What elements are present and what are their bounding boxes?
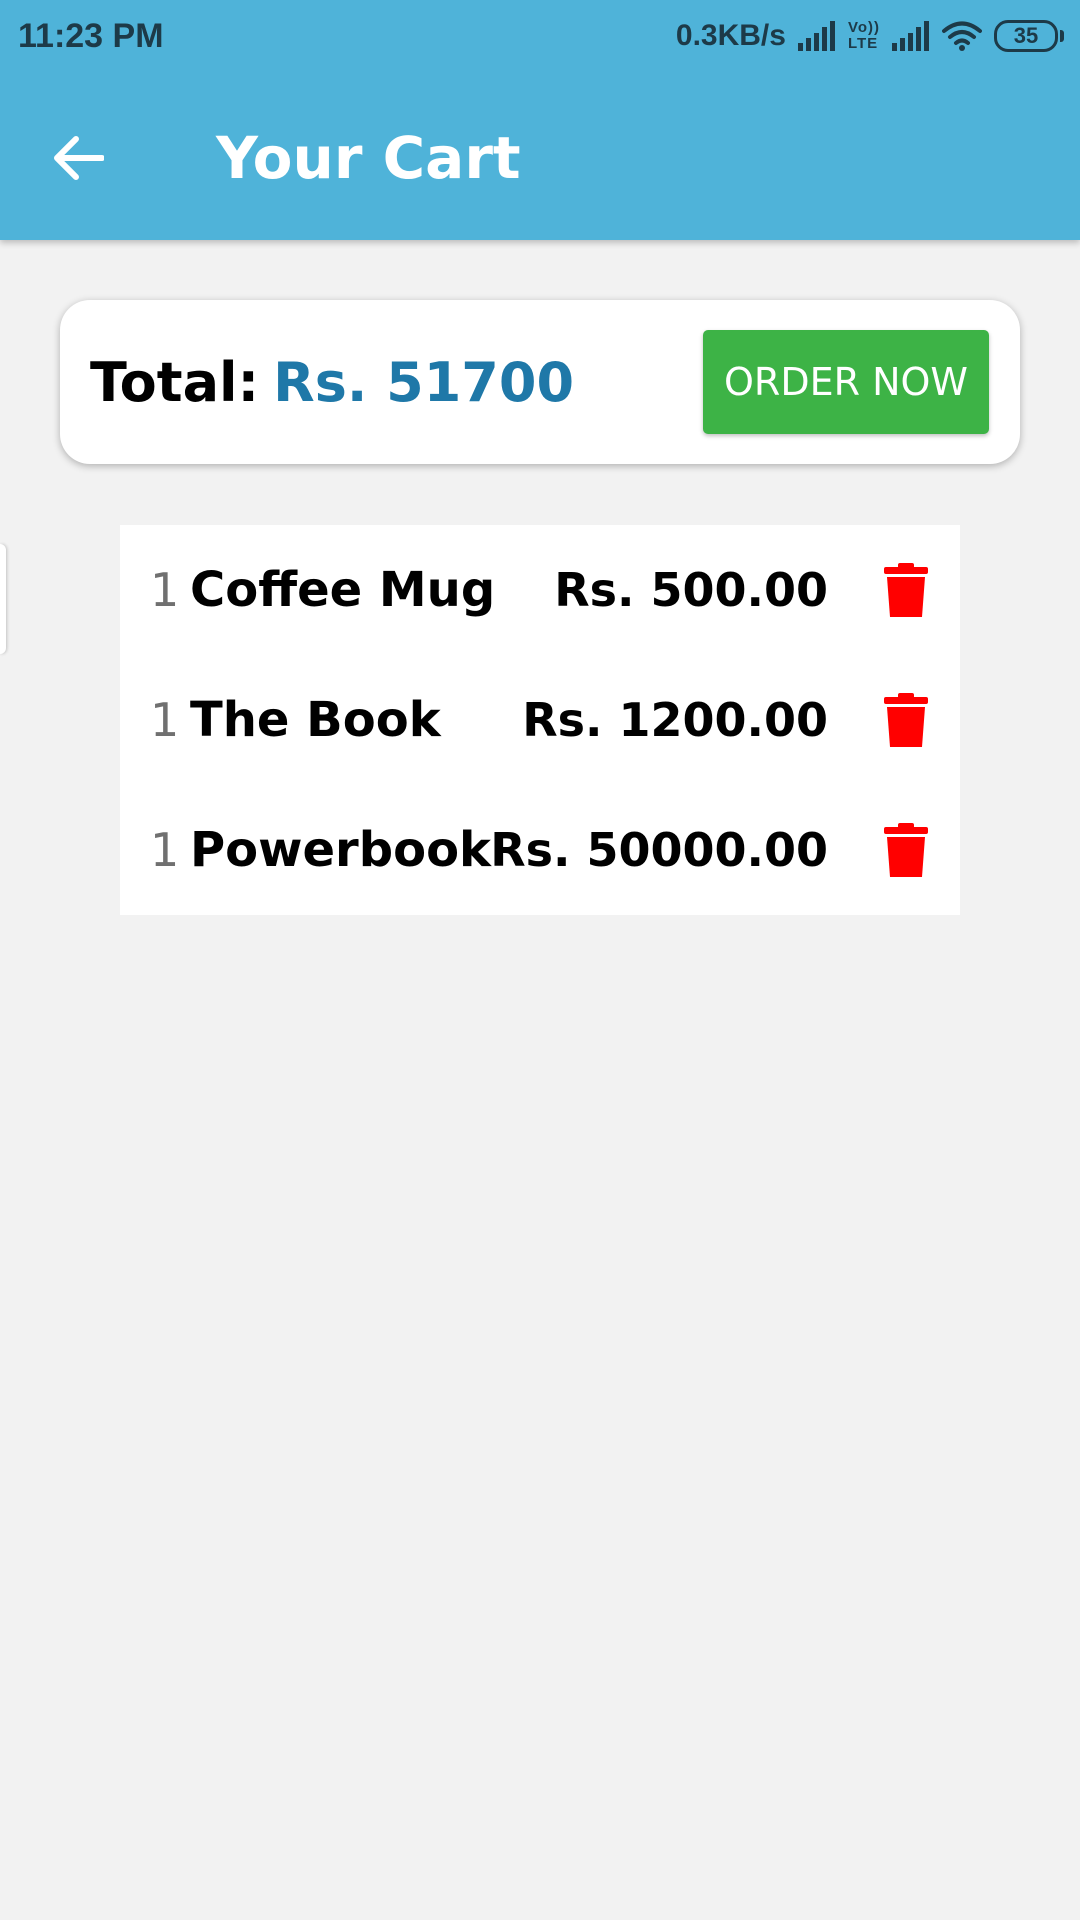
- network-speed: 0.3KB/s: [675, 19, 786, 52]
- delete-item-button[interactable]: [876, 690, 936, 750]
- total-amount: Rs. 51700: [273, 350, 575, 414]
- signal-icon: [797, 21, 836, 51]
- page-title: Your Cart: [216, 124, 521, 192]
- item-quantity: 1: [150, 693, 180, 747]
- total-label: Total:: [90, 350, 260, 414]
- volte-icon: Vo)) LTE: [848, 20, 880, 52]
- total-card: Total: Rs. 51700 ORDER NOW: [60, 300, 1020, 464]
- app-bar: 11:23 PM 0.3KB/s Vo)) LTE 35 Your Cart: [0, 0, 1080, 240]
- item-price: Rs. 50000.00: [490, 823, 828, 877]
- trash-icon: [884, 823, 928, 877]
- volte-top-label: Vo)): [847, 19, 880, 36]
- order-now-button[interactable]: ORDER NOW: [703, 330, 989, 434]
- delete-item-button[interactable]: [876, 820, 936, 880]
- signal-icon-2: [892, 21, 930, 51]
- cart-item-row: 1 Coffee Mug Rs. 500.00: [120, 525, 960, 655]
- status-time: 11:23 PM: [18, 17, 164, 55]
- back-button[interactable]: [40, 120, 116, 196]
- arrow-back-icon: [54, 136, 104, 180]
- trash-icon: [884, 693, 928, 747]
- status-bar: 11:23 PM 0.3KB/s Vo)) LTE 35: [0, 0, 1080, 72]
- item-name: Powerbook: [190, 822, 491, 878]
- cart-item-row: 1 The Book Rs. 1200.00: [120, 655, 960, 785]
- total-summary: Total: Rs. 51700: [90, 300, 574, 464]
- item-name: The Book: [190, 692, 441, 748]
- trash-icon: [884, 563, 928, 617]
- volte-bottom-label: LTE: [847, 35, 879, 52]
- cart-list: 1 Coffee Mug Rs. 500.00 1 The Book Rs. 1…: [120, 525, 960, 915]
- status-indicators: 0.3KB/s Vo)) LTE 35: [676, 14, 1064, 58]
- item-price: Rs. 500.00: [554, 563, 828, 617]
- wifi-icon: [942, 20, 982, 52]
- cart-item-row: 1 Powerbook Rs. 50000.00: [120, 785, 960, 915]
- delete-item-button[interactable]: [876, 560, 936, 620]
- battery-level: 35: [1013, 23, 1039, 48]
- item-quantity: 1: [150, 823, 180, 877]
- edge-drawer-handle[interactable]: [0, 544, 6, 654]
- item-price: Rs. 1200.00: [522, 693, 828, 747]
- item-name: Coffee Mug: [190, 562, 496, 618]
- item-quantity: 1: [150, 563, 180, 617]
- battery-icon: 35: [994, 20, 1064, 52]
- cart-screen: 11:23 PM 0.3KB/s Vo)) LTE 35 Your Cart T…: [0, 0, 1080, 1920]
